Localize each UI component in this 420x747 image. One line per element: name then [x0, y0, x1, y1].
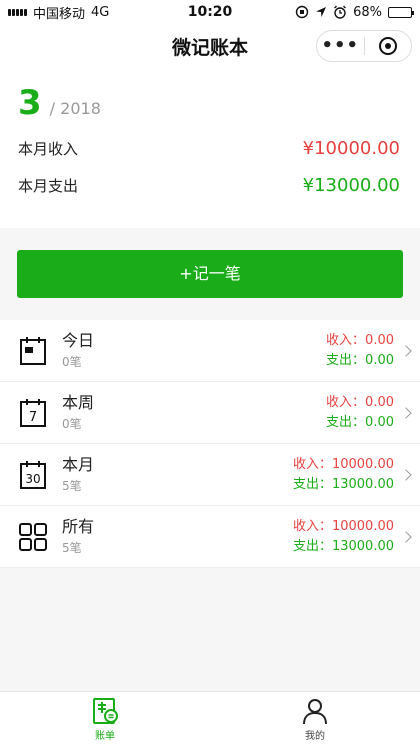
- network-type: 4G: [91, 4, 110, 20]
- orientation-lock-icon: [295, 5, 309, 19]
- list-item-all[interactable]: 所有 5笔 收入：10000.00 支出：13000.00: [0, 506, 420, 568]
- item-money: 收入：10000.00 支出：13000.00: [293, 455, 394, 495]
- item-count: 5笔: [62, 541, 82, 555]
- signal-icon: [8, 8, 27, 16]
- item-title: 今日: [62, 331, 95, 350]
- item-title: 本月: [62, 455, 95, 474]
- close-target-button[interactable]: [365, 37, 412, 55]
- chevron-right-icon: [400, 344, 412, 357]
- item-expense: 支出：13000.00: [292, 538, 394, 554]
- item-expense: 支出：13000.00: [292, 476, 394, 492]
- bill-icon: [93, 698, 118, 724]
- chevron-right-icon: [400, 406, 412, 419]
- item-money: 收入：10000.00 支出：13000.00: [293, 517, 394, 557]
- user-icon: [303, 699, 327, 725]
- tab-mine[interactable]: 我的: [210, 692, 420, 747]
- calendar-month-icon: 30: [18, 459, 48, 491]
- tab-label: 我的: [305, 731, 325, 742]
- calendar-week-icon: 7: [18, 397, 48, 429]
- item-count: 0笔: [62, 417, 82, 431]
- more-dots-icon[interactable]: •••: [317, 32, 364, 60]
- status-time: 10:20: [187, 4, 233, 20]
- carrier-name: 中国移动: [33, 6, 86, 22]
- income-row: 本月收入 ¥10000.00: [18, 138, 400, 159]
- date-line: 3 / 2018: [18, 86, 400, 120]
- chevron-right-icon: [400, 530, 412, 543]
- item-count: 5笔: [62, 479, 82, 493]
- item-text: 所有 5笔: [62, 517, 293, 556]
- battery-percent: 68%: [353, 4, 382, 20]
- expense-value: ¥13000.00: [302, 175, 400, 196]
- calendar-month-number: 30: [25, 472, 40, 486]
- item-money: 收入：0.00 支出：0.00: [326, 393, 394, 433]
- battery-icon: [388, 6, 414, 18]
- income-label: 本月收入: [18, 140, 79, 158]
- period-list: 今日 0笔 收入：0.00 支出：0.00 7 本周 0笔 收入：0.00 支出…: [0, 320, 420, 568]
- item-income: 收入：0.00: [326, 394, 394, 410]
- status-bar: 中国移动 4G 10:20 68%: [0, 0, 420, 24]
- chevron-right-icon: [400, 468, 412, 481]
- status-left: 中国移动 4G: [8, 3, 109, 22]
- month-summary: 3 / 2018 本月收入 ¥10000.00 本月支出 ¥13000.00: [0, 68, 420, 228]
- item-expense: 支出：0.00: [326, 414, 394, 430]
- item-title: 所有: [62, 517, 95, 536]
- grid-icon: [18, 521, 48, 553]
- list-item-today[interactable]: 今日 0笔 收入：0.00 支出：0.00: [0, 320, 420, 382]
- alarm-icon: [334, 5, 347, 19]
- current-year: / 2018: [49, 99, 101, 118]
- tab-label: 账单: [95, 731, 115, 742]
- list-item-month[interactable]: 30 本月 5笔 收入：10000.00 支出：13000.00: [0, 444, 420, 506]
- current-month[interactable]: 3: [18, 86, 42, 120]
- navigation-bar: 微记账本 •••: [0, 24, 420, 68]
- expense-label: 本月支出: [18, 177, 79, 195]
- item-income: 收入：10000.00: [292, 456, 394, 472]
- item-income: 收入：10000.00: [292, 518, 394, 534]
- list-item-week[interactable]: 7 本周 0笔 收入：0.00 支出：0.00: [0, 382, 420, 444]
- target-icon: [378, 37, 397, 55]
- location-icon: [316, 7, 327, 17]
- calendar-today-icon: [18, 335, 48, 367]
- item-income: 收入：0.00: [326, 332, 394, 348]
- item-text: 今日 0笔: [62, 331, 326, 370]
- page-title: 微记账本: [171, 36, 248, 59]
- tab-bills[interactable]: 账单: [0, 692, 210, 747]
- expense-row: 本月支出 ¥13000.00: [18, 175, 400, 196]
- item-expense: 支出：0.00: [326, 352, 394, 368]
- tab-bar: 账单 我的: [0, 691, 420, 747]
- calendar-week-number: 7: [29, 410, 37, 425]
- item-count: 0笔: [62, 355, 82, 369]
- item-money: 收入：0.00 支出：0.00: [326, 331, 394, 371]
- add-record-button[interactable]: +记一笔: [17, 250, 403, 298]
- item-text: 本月 5笔: [62, 455, 293, 494]
- income-value: ¥10000.00: [302, 138, 400, 159]
- item-title: 本周: [62, 393, 95, 412]
- status-right: 68%: [295, 4, 414, 20]
- mini-program-capsule: •••: [316, 30, 412, 62]
- item-text: 本周 0笔: [62, 393, 326, 432]
